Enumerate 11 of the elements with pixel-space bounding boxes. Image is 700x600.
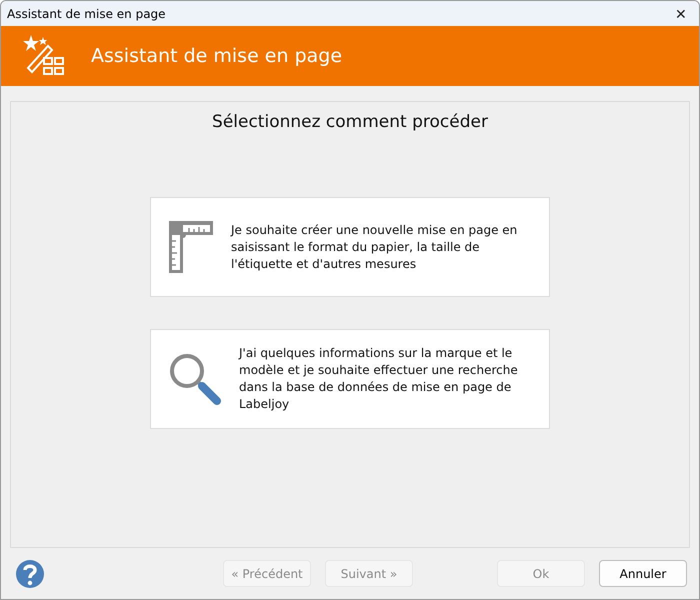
magic-wand-icon <box>23 34 65 78</box>
header-title: Assistant de mise en page <box>91 45 342 67</box>
close-button[interactable]: ✕ <box>669 6 693 22</box>
panel-heading: Sélectionnez comment procéder <box>212 112 488 132</box>
option-card[interactable]: J'ai quelques informations sur la marque et le modèle et je souhaite effectuer une recherche dans la base de données de mise en page de Labeljoy <box>150 329 550 429</box>
ruler-icon <box>169 221 213 273</box>
option-card[interactable]: Je souhaite créer une nouvelle mise en page en saisissant le format du papier, la taille de l'étiquette et d'autres mesures <box>150 197 550 297</box>
cancel-button[interactable]: Annuler <box>599 560 687 587</box>
help-icon[interactable] <box>15 558 45 588</box>
magnifier-icon <box>169 353 221 405</box>
window-title: Assistant de mise en page <box>7 6 166 20</box>
